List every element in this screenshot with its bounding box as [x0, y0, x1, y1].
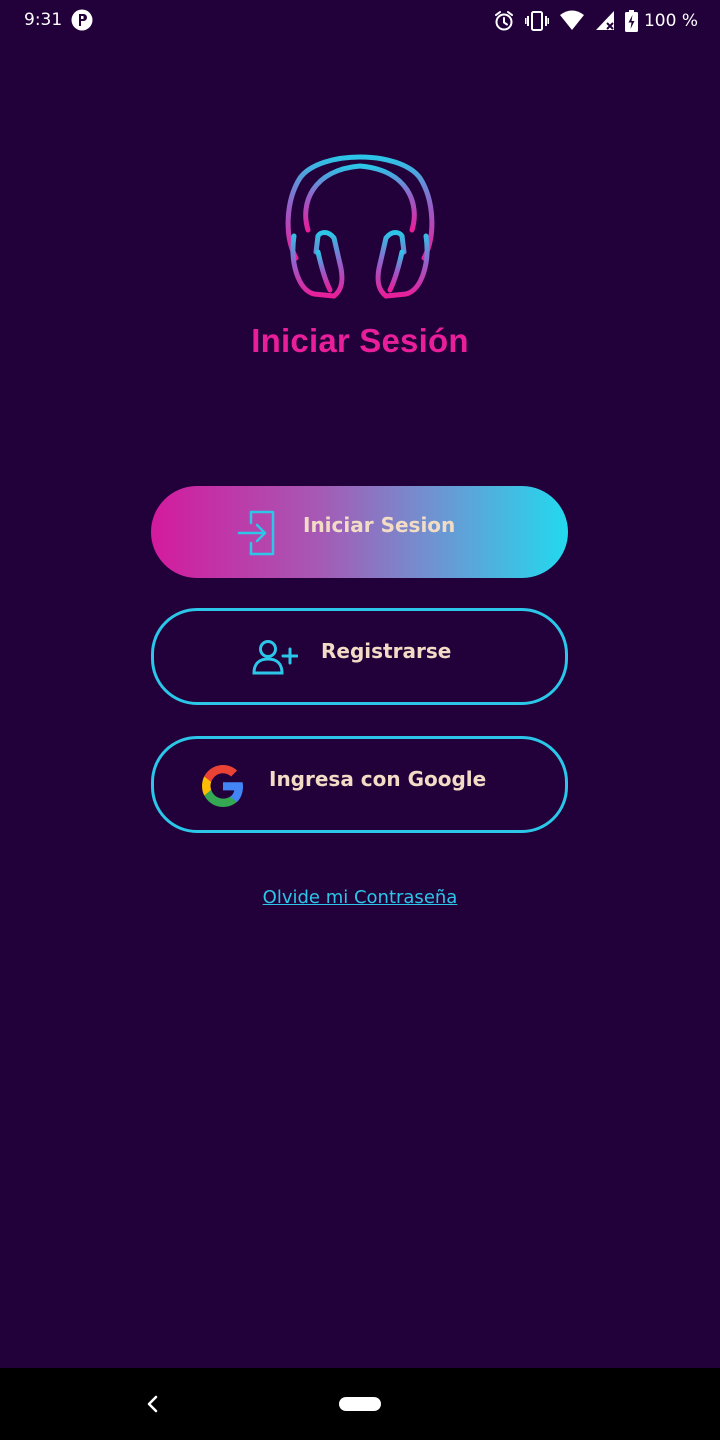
forgot-password-link[interactable]: Olvide mi Contraseña	[0, 887, 720, 908]
alarm-icon	[494, 11, 513, 31]
home-pill[interactable]	[339, 1397, 381, 1411]
add-user-icon	[252, 640, 298, 675]
google-signin-label: Ingresa con Google	[269, 767, 487, 791]
back-icon[interactable]	[144, 1394, 162, 1414]
login-screen: 9:31 100 % Iniciar Sesión Iniciar Sesion…	[0, 0, 720, 1440]
google-icon	[202, 765, 243, 807]
status-icons: 100 %	[493, 8, 698, 34]
status-time: 9:31	[24, 10, 63, 30]
google-signin-button[interactable]: Ingresa con Google	[151, 736, 568, 833]
navigation-bar	[0, 1368, 720, 1440]
cell-signal-icon	[595, 11, 614, 30]
headphones-logo-icon	[285, 154, 435, 299]
register-button-label: Registrarse	[321, 639, 452, 663]
battery-charging-icon	[624, 10, 638, 32]
login-button-label: Iniciar Sesion	[303, 513, 456, 537]
vibrate-icon	[524, 11, 549, 31]
status-bar: 9:31 100 %	[0, 0, 720, 42]
app-notification-icon	[71, 9, 93, 31]
login-button[interactable]: Iniciar Sesion	[151, 486, 568, 578]
wifi-icon	[559, 10, 584, 30]
register-button[interactable]: Registrarse	[151, 608, 568, 705]
battery-percent: 100 %	[643, 11, 698, 31]
login-icon	[237, 510, 275, 556]
page-title: Iniciar Sesión	[251, 322, 469, 359]
